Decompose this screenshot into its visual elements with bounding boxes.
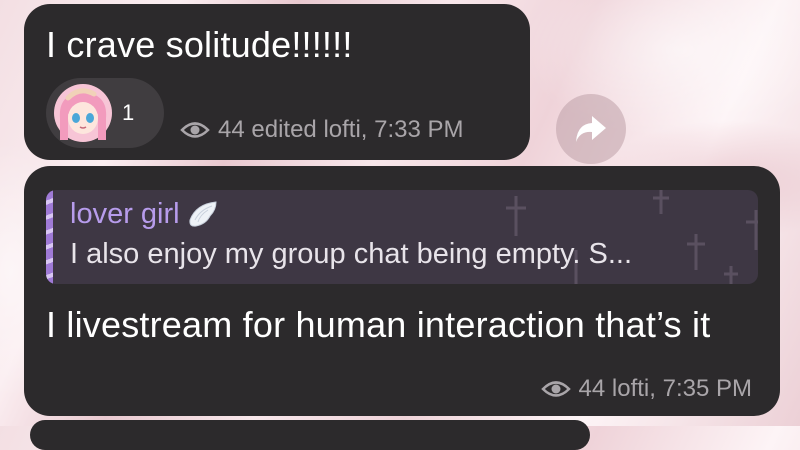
message-time: 7:33 PM bbox=[374, 116, 464, 143]
view-count: 44 bbox=[218, 116, 245, 143]
reply-author: lover girl bbox=[70, 198, 220, 231]
view-count: 44 bbox=[578, 375, 606, 402]
share-button[interactable] bbox=[556, 94, 626, 164]
eye-icon bbox=[540, 381, 571, 397]
reply-preview[interactable]: lover girl I also enjoy my group chat be… bbox=[46, 190, 758, 284]
edited-label: edited bbox=[251, 116, 317, 143]
message-time: 7:35 PM bbox=[662, 375, 752, 402]
message-bubble[interactable]: I crave solitude!!!!!! 1 44 edited lofti… bbox=[24, 4, 530, 160]
author-name: lofti bbox=[323, 116, 361, 143]
message-text: I crave solitude!!!!!! bbox=[46, 24, 353, 65]
reply-accent-bar bbox=[46, 190, 53, 284]
author-name: lofti bbox=[611, 375, 650, 402]
reaction-count: 1 bbox=[122, 100, 135, 125]
message-bubble-partial[interactable] bbox=[30, 420, 590, 450]
message-meta: 44 lofti, 7:35 PM bbox=[540, 375, 752, 403]
eye-icon bbox=[180, 122, 210, 138]
message-text: I livestream for human interaction that’… bbox=[46, 304, 711, 345]
angel-wing-icon bbox=[188, 200, 217, 227]
reply-text: I also enjoy my group chat being empty. … bbox=[70, 238, 633, 270]
reaction-chip[interactable]: 1 bbox=[46, 78, 164, 148]
message-meta: 44 edited lofti, 7:33 PM bbox=[180, 116, 464, 144]
message-bubble[interactable]: lover girl I also enjoy my group chat be… bbox=[24, 166, 780, 416]
share-icon bbox=[576, 116, 606, 142]
reaction-avatar-icon bbox=[54, 84, 112, 142]
